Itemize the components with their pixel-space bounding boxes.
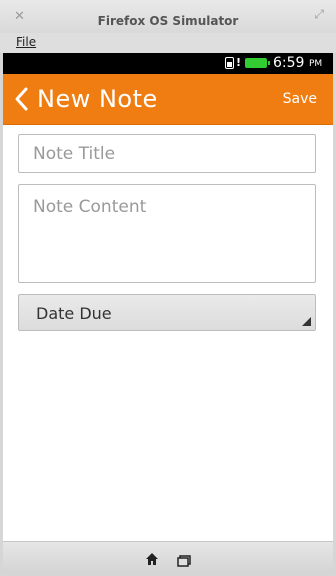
page-title: New Note bbox=[37, 85, 158, 113]
dropdown-arrow-icon bbox=[302, 317, 311, 326]
bottom-toolbar bbox=[3, 541, 333, 574]
date-due-select[interactable]: Date Due bbox=[18, 294, 316, 331]
home-icon[interactable] bbox=[145, 551, 159, 565]
window-title: Firefox OS Simulator bbox=[97, 14, 239, 28]
note-title-input[interactable]: Note Title bbox=[18, 134, 316, 173]
back-chevron-icon[interactable] bbox=[13, 85, 31, 113]
window-titlebar: ✕ Firefox OS Simulator ⤢ bbox=[0, 0, 336, 33]
windows-icon[interactable] bbox=[177, 552, 191, 567]
save-button[interactable]: Save bbox=[283, 91, 317, 108]
device-screen: ! 6:59 PM New Note Save Note Title Note … bbox=[3, 53, 333, 574]
menu-file[interactable]: File bbox=[16, 35, 36, 49]
sim-card-icon bbox=[225, 57, 234, 69]
note-content-textarea[interactable]: Note Content bbox=[18, 184, 316, 283]
clock-ampm: PM bbox=[309, 59, 323, 69]
battery-icon bbox=[245, 58, 270, 68]
clock-time: 6:59 bbox=[273, 55, 305, 71]
status-bar: ! 6:59 PM bbox=[3, 53, 333, 74]
app-header: New Note Save bbox=[3, 74, 333, 125]
menu-bar: File bbox=[0, 33, 336, 53]
maximize-icon[interactable]: ⤢ bbox=[314, 8, 324, 20]
date-due-label: Date Due bbox=[36, 304, 112, 323]
alert-indicator: ! bbox=[236, 56, 242, 69]
